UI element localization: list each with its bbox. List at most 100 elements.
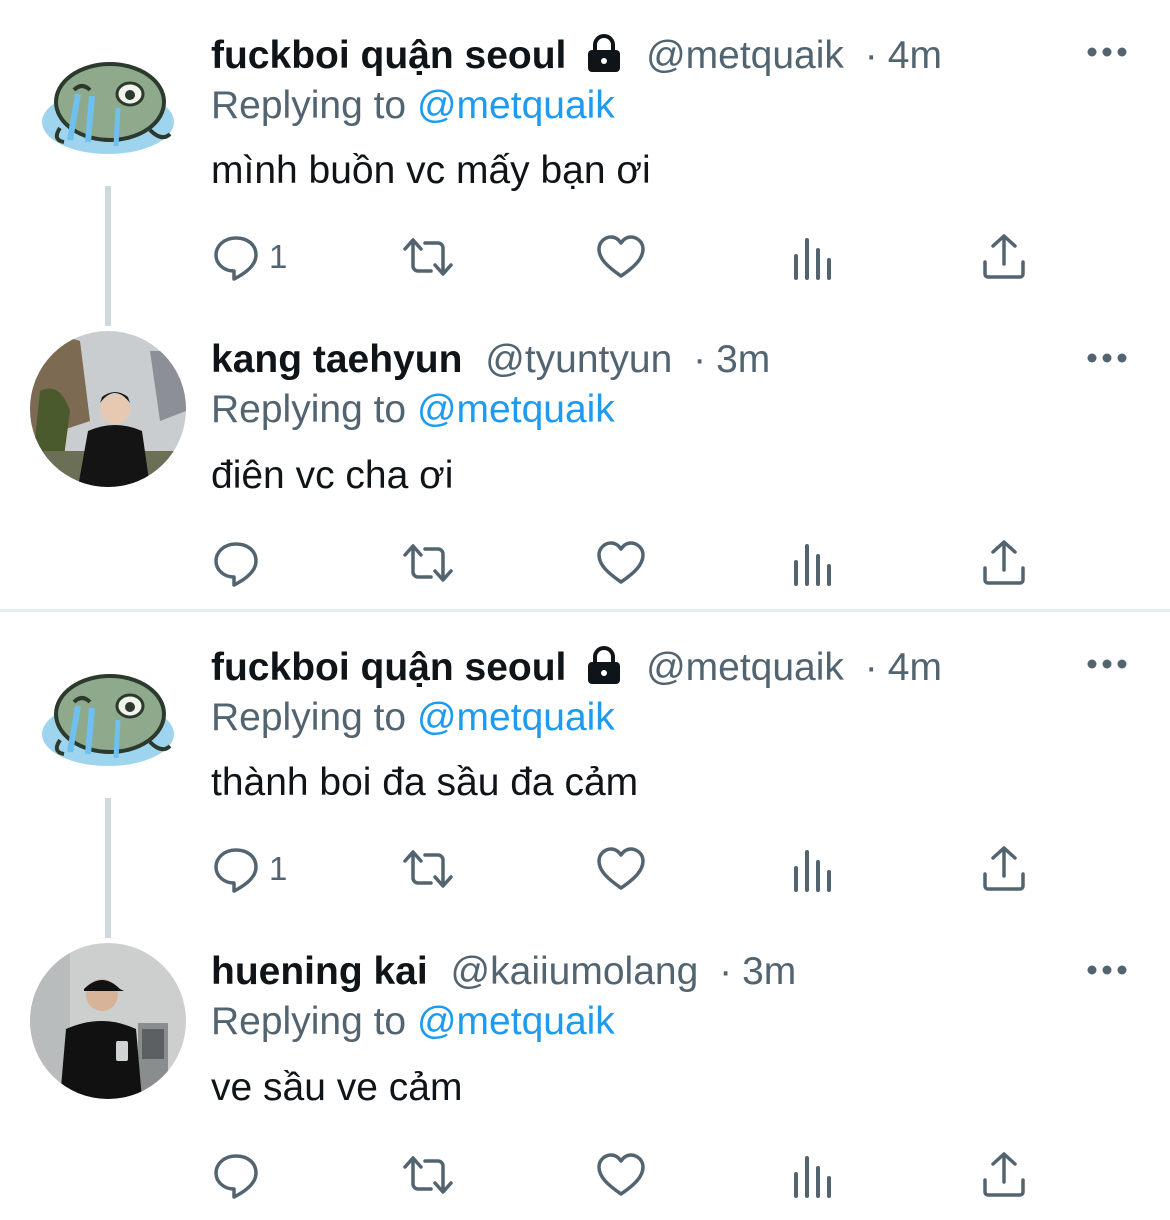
replying-to-label: Replying to: [211, 1000, 407, 1043]
analytics-icon: [794, 544, 831, 586]
tweet-header: fuckboi quận seoul @metquaik · 4m: [211, 30, 942, 82]
like-button[interactable]: [596, 839, 646, 899]
replying-to-label: Replying to: [211, 84, 407, 127]
views-button[interactable]: [788, 839, 838, 899]
tweet-text: ve sầu ve cảm: [211, 1066, 463, 1109]
user-handle[interactable]: @kaiiumolang: [451, 950, 699, 993]
mention-link[interactable]: @metquaik: [417, 696, 615, 739]
avatar[interactable]: [30, 642, 186, 798]
tweet[interactable]: huening kai @kaiiumolang · 3m Replying to…: [0, 918, 1170, 1220]
avatar[interactable]: [30, 30, 186, 186]
like-button[interactable]: [596, 533, 646, 593]
views-button[interactable]: [788, 533, 838, 593]
mention-link[interactable]: @metquaik: [417, 84, 615, 127]
retweet-button[interactable]: [403, 227, 453, 287]
reply-icon: [214, 542, 258, 587]
reply-button[interactable]: 1: [211, 839, 287, 899]
retweet-icon: [403, 1156, 453, 1194]
more-options-button[interactable]: [1086, 652, 1128, 676]
tweet[interactable]: kang taehyun @tyuntyun · 3m Replying to @…: [0, 306, 1170, 609]
crying-frog-avatar-icon: [42, 62, 174, 154]
more-horizontal-icon: [1087, 659, 1127, 669]
retweet-icon: [403, 850, 453, 888]
replying-to: Replying to @metquaik: [211, 998, 615, 1046]
avatar[interactable]: [30, 331, 186, 487]
user-photo-avatar-icon: [30, 943, 186, 1099]
reply-button[interactable]: [211, 533, 269, 593]
timestamp[interactable]: 4m: [888, 34, 942, 77]
tweet-header: kang taehyun @tyuntyun · 3m: [211, 334, 770, 386]
more-options-button[interactable]: [1086, 958, 1128, 982]
timestamp[interactable]: 3m: [716, 338, 770, 381]
reply-count: 1: [269, 238, 288, 275]
mention-link[interactable]: @metquaik: [417, 1000, 615, 1043]
analytics-icon: [794, 850, 831, 892]
user-handle[interactable]: @tyuntyun: [485, 338, 672, 381]
replying-to: Replying to @metquaik: [211, 82, 615, 130]
views-button[interactable]: [788, 1145, 838, 1205]
separator-dot: ·: [693, 338, 707, 381]
user-handle[interactable]: @metquaik: [646, 34, 844, 77]
tweet[interactable]: fuckboi quận seoul @metquaik · 4m Replyin…: [0, 0, 1170, 326]
reply-count: 1: [269, 850, 288, 887]
replying-to-label: Replying to: [211, 388, 407, 431]
user-photo-avatar-icon: [30, 331, 186, 487]
retweet-button[interactable]: [403, 533, 453, 593]
timestamp[interactable]: 3m: [742, 950, 796, 993]
replying-to: Replying to @metquaik: [211, 694, 615, 742]
analytics-icon: [794, 238, 831, 280]
more-horizontal-icon: [1087, 965, 1127, 975]
tweet-text: mình buồn vc mấy bạn ơi: [211, 149, 651, 192]
replying-to: Replying to @metquaik: [211, 386, 615, 434]
mention-link[interactable]: @metquaik: [417, 388, 615, 431]
tweet-actions: [0, 1145, 1170, 1205]
avatar[interactable]: [30, 943, 186, 1099]
share-icon: [983, 846, 1025, 891]
more-options-button[interactable]: [1086, 40, 1128, 64]
more-horizontal-icon: [1087, 47, 1127, 57]
heart-icon: [597, 235, 645, 278]
share-button[interactable]: [979, 227, 1029, 287]
separator-dot: ·: [719, 950, 733, 993]
tweet-actions: 1: [0, 227, 1170, 287]
share-button[interactable]: [979, 839, 1029, 899]
display-name[interactable]: fuckboi quận seoul: [211, 34, 566, 77]
share-button[interactable]: [979, 1145, 1029, 1205]
display-name[interactable]: huening kai: [211, 950, 428, 993]
lock-icon: [585, 33, 623, 87]
reply-icon: [214, 1154, 258, 1199]
tweet-actions: [0, 533, 1170, 593]
tweet-header: huening kai @kaiiumolang · 3m: [211, 946, 796, 998]
share-icon: [983, 234, 1025, 279]
retweet-icon: [403, 544, 453, 582]
lock-icon: [585, 645, 623, 699]
tweet[interactable]: fuckboi quận seoul @metquaik · 4m Replyin…: [0, 612, 1170, 938]
separator-dot: ·: [864, 34, 878, 77]
reply-icon: [214, 236, 258, 281]
heart-icon: [597, 1153, 645, 1196]
retweet-button[interactable]: [403, 839, 453, 899]
heart-icon: [597, 541, 645, 584]
views-button[interactable]: [788, 227, 838, 287]
display-name[interactable]: fuckboi quận seoul: [211, 646, 566, 689]
analytics-icon: [794, 1156, 831, 1198]
reply-button[interactable]: 1: [211, 227, 287, 287]
user-handle[interactable]: @metquaik: [646, 646, 844, 689]
tweet-text: thành boi đa sầu đa cảm: [211, 761, 639, 804]
tweet-actions: 1: [0, 839, 1170, 899]
heart-icon: [597, 847, 645, 890]
like-button[interactable]: [596, 1145, 646, 1205]
display-name[interactable]: kang taehyun: [211, 338, 462, 381]
reply-button[interactable]: [211, 1145, 269, 1205]
tweet-header: fuckboi quận seoul @metquaik · 4m: [211, 642, 942, 694]
more-options-button[interactable]: [1086, 346, 1128, 370]
more-horizontal-icon: [1087, 353, 1127, 363]
share-button[interactable]: [979, 533, 1029, 593]
retweet-button[interactable]: [403, 1145, 453, 1205]
like-button[interactable]: [596, 227, 646, 287]
timestamp[interactable]: 4m: [888, 646, 942, 689]
share-icon: [983, 540, 1025, 585]
crying-frog-avatar-icon: [42, 674, 174, 766]
replying-to-label: Replying to: [211, 696, 407, 739]
reply-icon: [214, 848, 258, 893]
